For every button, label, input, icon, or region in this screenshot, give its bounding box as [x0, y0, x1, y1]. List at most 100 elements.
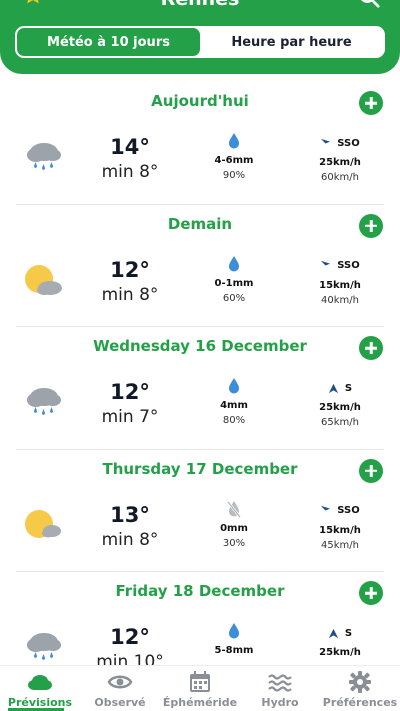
- temperature-min: min 8°: [101, 284, 159, 305]
- precipitation: 0-1mm 60%: [200, 255, 268, 307]
- precipitation: 4-6mm 90%: [200, 132, 268, 184]
- tab-label: Éphéméride: [162, 696, 238, 709]
- bottom-tab-bar: Prévisions Observé Éphéméride Hydro Préf…: [0, 665, 400, 711]
- wind-direction: S: [344, 627, 353, 639]
- wind-gust: 40km/h: [321, 294, 359, 306]
- rain-amount: 4-6mm: [214, 155, 254, 166]
- arrow-sw-icon: [321, 260, 331, 271]
- tab-ephemeride[interactable]: Éphéméride: [160, 666, 240, 711]
- day-label: Wednesday 16 December: [93, 337, 307, 355]
- forecast-day[interactable]: Thursday 17 December 13° min 8° 0mm 30% …: [0, 450, 400, 572]
- wind-gust: 65km/h: [321, 417, 359, 428]
- drop-icon: [229, 133, 239, 149]
- temperature-max: 12°: [110, 380, 150, 404]
- forecast-day[interactable]: Friday 18 December 12° min 10° 5-8mm S 2…: [0, 572, 400, 665]
- temperature-min: min 7°: [101, 407, 159, 427]
- arrow-sw-icon: [321, 505, 331, 516]
- sun-cloud-icon: [25, 264, 62, 295]
- wind: SSO 25km/h 60km/h: [310, 134, 370, 186]
- wind-direction: SSO: [337, 260, 360, 271]
- add-button[interactable]: [359, 581, 383, 605]
- add-button[interactable]: [359, 91, 383, 115]
- temperatures: 12° min 10°: [90, 624, 170, 665]
- eye-icon: [107, 675, 133, 689]
- arrow-up-icon: [328, 628, 338, 638]
- forecast-day[interactable]: Demain 12° min 8° 0-1mm 60% SSO 15km/h 4…: [0, 205, 400, 327]
- day-label: Friday 18 December: [115, 582, 285, 600]
- tab-previsions[interactable]: Prévisions: [0, 666, 80, 711]
- drop-icon: [229, 378, 239, 394]
- rain-cloud-icon: [27, 633, 61, 660]
- rain-cloud-icon: [27, 143, 61, 170]
- temperatures: 12° min 8°: [90, 257, 170, 307]
- wind: S 25km/h 65km/h: [310, 379, 370, 431]
- forecast-mode-toggle: Météo à 10 jours Heure par heure: [15, 26, 385, 58]
- tab-hourly-forecast[interactable]: Heure par heure: [200, 28, 383, 56]
- rain-amount: 5-8mm: [214, 645, 254, 656]
- tab-label: Préférences: [322, 696, 398, 709]
- add-button[interactable]: [359, 213, 383, 238]
- rain-probability: 90%: [222, 170, 246, 181]
- wind-direction: SSO: [337, 505, 360, 516]
- rain-amount: 0-1mm: [214, 277, 254, 289]
- temperature-min: min 8°: [101, 162, 159, 182]
- arrow-up-icon: [328, 383, 338, 393]
- precipitation: 0mm 30%: [200, 500, 268, 552]
- temperature-max: 12°: [110, 257, 150, 282]
- wind-speed: 25km/h: [319, 647, 361, 658]
- cloud-icon: [28, 675, 52, 690]
- temperatures: 14° min 8°: [90, 134, 170, 184]
- forecast-list[interactable]: Aujourd'hui 14° min 8° 4-6mm 90% SSO 25k…: [0, 82, 400, 665]
- tab-hydro[interactable]: Hydro: [240, 666, 320, 711]
- wind-speed: 15km/h: [319, 279, 361, 291]
- add-button[interactable]: [359, 336, 383, 360]
- tab-10-day-forecast[interactable]: Météo à 10 jours: [17, 28, 200, 56]
- sun-cloud-icon: [25, 509, 61, 538]
- search-icon[interactable]: [358, 0, 380, 8]
- wind-speed: 15km/h: [319, 524, 361, 536]
- day-label: Demain: [167, 214, 233, 233]
- drop-icon: [229, 623, 239, 639]
- no-rain-drop-icon: [227, 500, 241, 518]
- forecast-day[interactable]: Wednesday 16 December 12° min 7° 4mm 80%…: [0, 327, 400, 450]
- rain-amount: 0mm: [220, 522, 248, 534]
- precipitation: 4mm 80%: [200, 377, 268, 429]
- gear-icon: [349, 671, 371, 693]
- day-label: Aujourd'hui: [151, 92, 249, 110]
- city-title: Rennes: [0, 0, 400, 10]
- temperature-max: 12°: [110, 625, 150, 649]
- drop-icon: [229, 255, 239, 271]
- temperatures: 13° min 8°: [90, 502, 170, 552]
- temperature-min: min 10°: [96, 652, 164, 665]
- wind-speed: 25km/h: [319, 157, 361, 168]
- arrow-sw-icon: [321, 138, 331, 148]
- calendar-icon: [190, 671, 210, 692]
- tab-label: Observé: [94, 696, 146, 709]
- tab-preferences[interactable]: Préférences: [320, 666, 400, 711]
- temperature-min: min 8°: [101, 529, 159, 550]
- app-header: Rennes Météo à 10 jours Heure par heure: [0, 0, 400, 74]
- add-button[interactable]: [359, 458, 383, 483]
- wind-gust: 60km/h: [321, 172, 359, 183]
- rain-probability: 30%: [222, 537, 246, 549]
- day-label: Thursday 17 December: [102, 459, 298, 478]
- rain-probability: 60%: [222, 292, 246, 304]
- precipitation: 5-8mm: [200, 622, 268, 658]
- waves-icon: [268, 674, 292, 692]
- wind-gust: 45km/h: [321, 539, 359, 551]
- wind: SSO 15km/h 40km/h: [310, 257, 370, 309]
- wind-speed: 25km/h: [319, 402, 361, 413]
- wind: S 25km/h: [310, 624, 370, 660]
- rain-amount: 4mm: [220, 400, 248, 411]
- wind-direction: S: [344, 382, 353, 394]
- temperature-max: 13°: [110, 502, 150, 527]
- temperature-max: 14°: [110, 135, 150, 159]
- rain-cloud-icon: [27, 388, 61, 415]
- tab-observe[interactable]: Observé: [80, 666, 160, 711]
- temperatures: 12° min 7°: [90, 379, 170, 429]
- rain-probability: 80%: [222, 415, 246, 426]
- wind-direction: SSO: [337, 137, 360, 149]
- wind: SSO 15km/h 45km/h: [310, 502, 370, 554]
- forecast-day[interactable]: Aujourd'hui 14° min 8° 4-6mm 90% SSO 25k…: [0, 82, 400, 205]
- tab-label: Hydro: [261, 696, 299, 709]
